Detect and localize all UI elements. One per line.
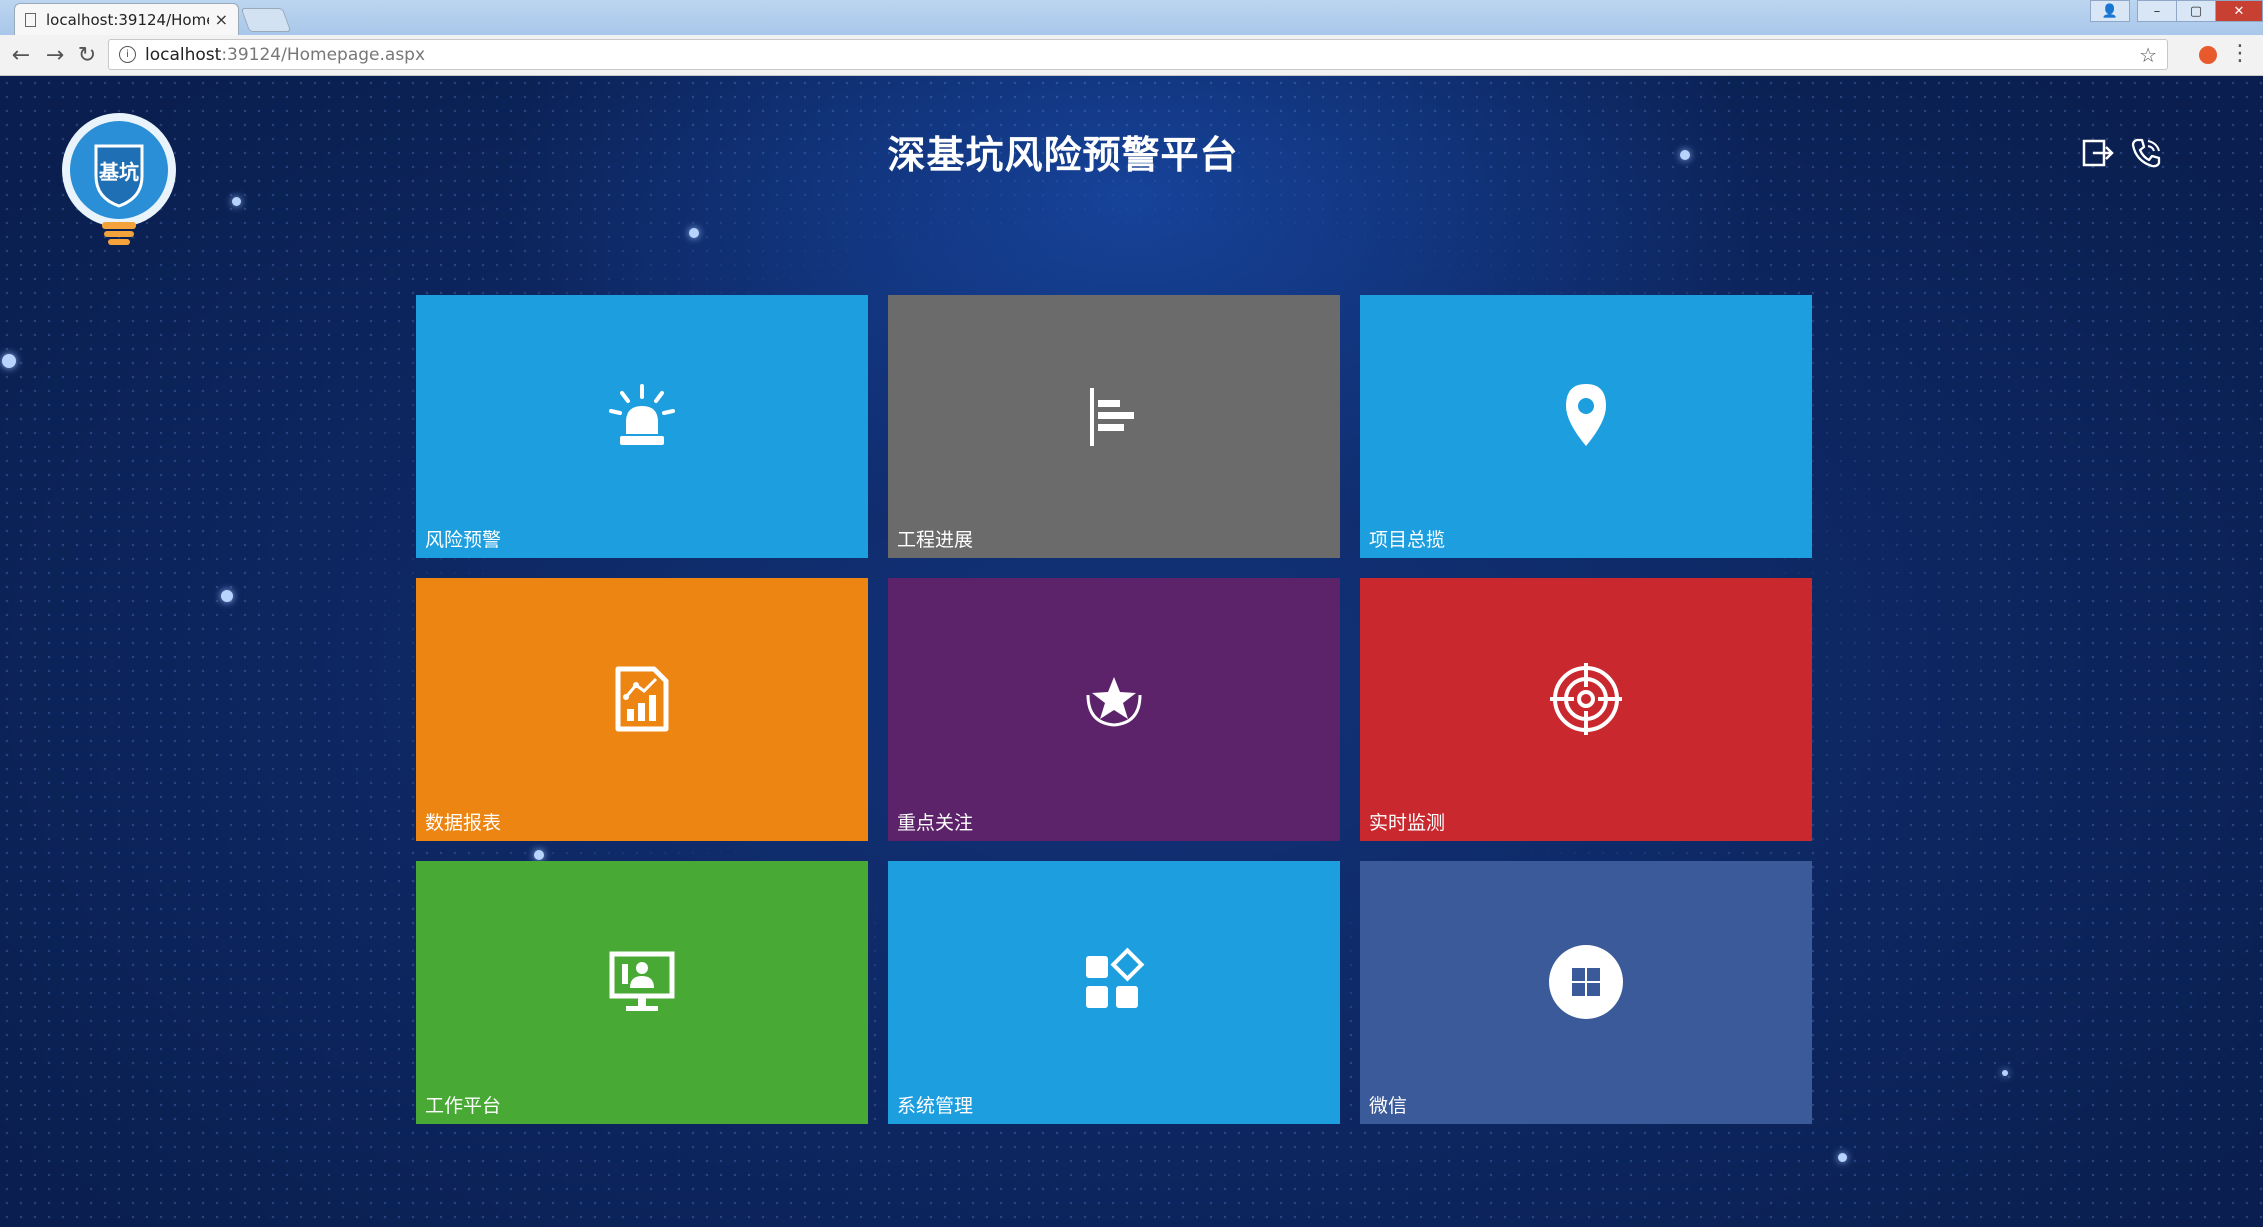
glow-dot bbox=[689, 228, 699, 238]
minimize-button[interactable]: – bbox=[2137, 0, 2177, 22]
tile-realtime-monitor[interactable]: 实时监测 bbox=[1360, 578, 1812, 841]
browser-menu-button[interactable]: ⋮ bbox=[2229, 41, 2251, 66]
phone-icon[interactable] bbox=[2129, 136, 2163, 170]
browser-titlebar: localhost:39124/Home × 👤 – ▢ ✕ bbox=[0, 0, 2263, 35]
glow-dot bbox=[232, 197, 241, 206]
star-focus-icon bbox=[1074, 659, 1154, 739]
tile-label: 风险预警 bbox=[425, 529, 502, 551]
forward-button[interactable]: → bbox=[40, 40, 70, 70]
tile-label: 工作平台 bbox=[425, 1095, 502, 1117]
tile-project-progress[interactable]: 工程进展 bbox=[888, 295, 1340, 558]
glow-dot bbox=[2002, 1070, 2008, 1076]
report-chart-icon bbox=[602, 659, 682, 739]
tile-project-overview[interactable]: 项目总揽 bbox=[1360, 295, 1812, 558]
tile-label: 微信 bbox=[1369, 1095, 1408, 1117]
browser-tab[interactable]: localhost:39124/Home × bbox=[14, 3, 239, 35]
maximize-button[interactable]: ▢ bbox=[2176, 0, 2216, 22]
tab-title: localhost:39124/Home bbox=[46, 10, 209, 29]
tile-work-platform[interactable]: 工作平台 bbox=[416, 861, 868, 1124]
bookmark-star-icon[interactable]: ☆ bbox=[2139, 43, 2157, 67]
window-controls: 👤 – ▢ ✕ bbox=[2090, 0, 2263, 22]
reload-button[interactable]: ↻ bbox=[72, 40, 102, 70]
bar-progress-icon bbox=[1074, 376, 1154, 456]
apps-grid-icon bbox=[1074, 942, 1154, 1022]
new-tab-button[interactable] bbox=[240, 8, 292, 32]
map-pin-icon bbox=[1546, 376, 1626, 456]
extension-icon[interactable] bbox=[2199, 46, 2217, 64]
tab-close-icon[interactable]: × bbox=[215, 10, 228, 29]
tile-system-management[interactable]: 系统管理 bbox=[888, 861, 1340, 1124]
back-button[interactable]: ← bbox=[6, 40, 36, 70]
address-bar[interactable]: i localhost :39124/Homepage.aspx ☆ bbox=[108, 39, 2168, 70]
url-host: localhost bbox=[145, 44, 222, 65]
close-window-button[interactable]: ✕ bbox=[2215, 0, 2263, 22]
tile-label: 重点关注 bbox=[897, 812, 974, 834]
site-info-icon[interactable]: i bbox=[119, 46, 136, 63]
tile-data-report[interactable]: 数据报表 bbox=[416, 578, 868, 841]
profile-icon[interactable]: 👤 bbox=[2090, 0, 2130, 22]
tile-label: 工程进展 bbox=[897, 529, 974, 551]
glow-dot bbox=[221, 590, 233, 602]
glow-dot bbox=[1838, 1153, 1847, 1162]
page-title: 深基坑风险预警平台 bbox=[887, 133, 1239, 177]
glow-dot bbox=[2, 354, 16, 368]
monitor-user-icon bbox=[602, 942, 682, 1022]
alarm-light-icon bbox=[602, 376, 682, 456]
tile-key-focus[interactable]: 重点关注 bbox=[888, 578, 1340, 841]
tile-label: 数据报表 bbox=[425, 812, 502, 834]
url-path: :39124/Homepage.aspx bbox=[221, 44, 426, 65]
browser-toolbar: ← → ↻ i localhost :39124/Homepage.aspx ☆… bbox=[0, 35, 2263, 76]
page-icon bbox=[25, 12, 36, 27]
tile-label: 系统管理 bbox=[897, 1095, 974, 1117]
windows-circle-icon bbox=[1546, 942, 1626, 1022]
exit-icon[interactable] bbox=[2081, 136, 2115, 170]
tile-wechat[interactable]: 微信 bbox=[1360, 861, 1812, 1124]
module-grid: 风险预警 工程进展 项目总揽 数据报表 重点关注 实时监测 工作平台 系统管理 … bbox=[416, 295, 1812, 1124]
tile-label: 项目总揽 bbox=[1369, 529, 1446, 551]
tile-label: 实时监测 bbox=[1369, 812, 1446, 834]
header-actions bbox=[2081, 136, 2163, 170]
target-icon bbox=[1546, 659, 1626, 739]
page-background: 基坑 深基坑风险预警平台 风险预警 工程进展 项目总揽 数据报表 重点关注 实时… bbox=[0, 76, 2263, 1227]
tile-risk-warning[interactable]: 风险预警 bbox=[416, 295, 868, 558]
